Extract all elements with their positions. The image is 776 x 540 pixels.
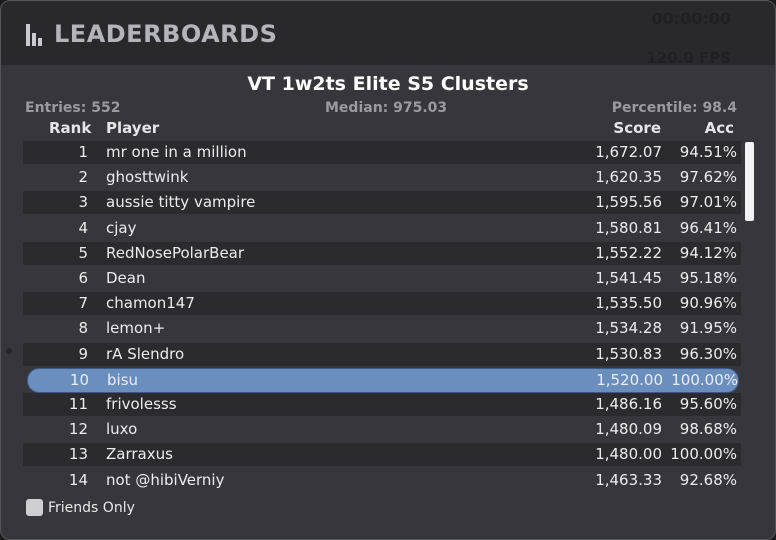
rank-cell: 9 — [78, 344, 88, 363]
rank-cell: 7 — [78, 294, 88, 313]
timer-readout: 00:00:00 — [651, 9, 731, 28]
score-cell: 1,552.22 — [595, 243, 662, 262]
score-cell: 1,535.50 — [595, 294, 662, 313]
score-cell: 1,480.00 — [595, 445, 662, 464]
rank-cell: 5 — [78, 243, 88, 262]
player-name-cell: Dean — [106, 269, 146, 287]
resize-handle-dot — [6, 348, 12, 354]
score-cell: 1,480.09 — [595, 420, 662, 439]
median-score: Median: 975.03 — [325, 100, 448, 116]
player-name-cell: rA Slendro — [106, 344, 185, 363]
leaderboard-panel: LEADERBOARDS 00:00:00 120.0 FPS VT 1w2ts… — [0, 0, 776, 540]
accuracy-cell: 98.68% — [679, 420, 737, 439]
table-row[interactable]: 5 RedNosePolarBear 1,552.22 94.12% — [23, 241, 741, 265]
table-row[interactable]: 1 mr one in a million 1,672.07 94.51% — [23, 141, 741, 164]
leaderboard-table[interactable]: 1 mr one in a million 1,672.07 94.51% 2 ghost… — [23, 141, 741, 493]
friends-only-label[interactable]: Friends Only — [48, 500, 135, 516]
score-cell: 1,534.28 — [595, 319, 662, 338]
player-name-cell: lemon+ — [106, 319, 166, 338]
player-name-cell: RedNosePolarBear — [106, 243, 245, 262]
accuracy-cell: 96.41% — [679, 218, 737, 237]
score-cell: 1,580.81 — [595, 218, 662, 237]
accuracy-cell: 94.12% — [679, 243, 737, 262]
rank-cell: 13 — [68, 445, 88, 464]
table-row[interactable]: 2 ghosttwink 1,620.35 97.62% — [23, 166, 741, 189]
player-name-cell: cjay — [106, 218, 137, 237]
rank-cell: 14 — [68, 470, 88, 489]
score-cell: 1,620.35 — [595, 168, 662, 187]
score-cell: 1,486.16 — [595, 395, 662, 413]
accuracy-cell: 95.60% — [679, 395, 737, 413]
accuracy-cell: 95.18% — [679, 269, 737, 287]
page-title: LEADERBOARDS — [54, 20, 278, 48]
accuracy-cell: 91.95% — [679, 319, 737, 338]
score-cell: 1,541.45 — [595, 269, 662, 287]
percentile-value: Percentile: 98.4 — [611, 100, 737, 116]
rank-cell: 1 — [78, 143, 88, 161]
accuracy-cell: 92.68% — [679, 470, 737, 489]
table-row[interactable]: 14 not @hibiVerniy 1,463.33 92.68% — [23, 469, 741, 492]
table-row[interactable]: 12 luxo 1,480.09 98.68% — [23, 418, 741, 441]
column-header-acc[interactable]: Acc — [705, 119, 734, 137]
rank-cell: 3 — [78, 193, 88, 212]
player-name-cell: luxo — [106, 420, 138, 439]
table-row[interactable]: 11 frivolesss 1,486.16 95.60% — [23, 393, 741, 416]
score-cell: 1,530.83 — [595, 344, 662, 363]
score-cell: 1,595.56 — [595, 193, 662, 212]
rank-cell: 8 — [78, 319, 88, 338]
accuracy-cell: 97.01% — [679, 193, 737, 212]
friends-only-checkbox[interactable] — [26, 499, 43, 516]
table-row[interactable]: 9 rA Slendro 1,530.83 96.30% — [23, 342, 741, 366]
column-header-rank[interactable]: Rank — [49, 119, 91, 137]
accuracy-cell: 94.51% — [679, 143, 737, 161]
player-name-cell: frivolesss — [106, 395, 177, 413]
accuracy-cell: 90.96% — [679, 294, 737, 313]
table-row[interactable]: 3 aussie titty vampire 1,595.56 97.01% — [23, 191, 741, 215]
player-name-cell: bisu — [107, 370, 139, 389]
player-name-cell: not @hibiVerniy — [106, 470, 225, 489]
entries-count: Entries: 552 — [25, 100, 121, 116]
player-name-cell: ghosttwink — [106, 168, 189, 187]
column-header-player[interactable]: Player — [106, 119, 159, 137]
fps-readout: 120.0 FPS — [646, 49, 731, 67]
rank-cell: 12 — [68, 420, 88, 439]
player-name-cell: chamon147 — [106, 294, 195, 313]
score-cell: 1,672.07 — [595, 143, 662, 161]
rank-cell: 11 — [68, 395, 88, 413]
rank-cell: 6 — [78, 269, 88, 287]
accuracy-cell: 97.62% — [679, 168, 737, 187]
table-row[interactable]: 7 chamon147 1,535.50 90.96% — [23, 292, 741, 316]
table-row[interactable]: 10 bisu 1,520.00 100.00% — [27, 367, 739, 393]
rank-cell: 2 — [78, 168, 88, 187]
player-name-cell: Zarraxus — [106, 445, 173, 464]
score-cell: 1,520.00 — [596, 370, 663, 389]
player-name-cell: mr one in a million — [106, 143, 247, 161]
score-cell: 1,463.33 — [595, 470, 662, 489]
table-row[interactable]: 6 Dean 1,541.45 95.18% — [23, 267, 741, 290]
rank-cell: 10 — [69, 370, 89, 389]
accuracy-cell: 96.30% — [679, 344, 737, 363]
scrollbar-thumb[interactable] — [745, 142, 754, 221]
accuracy-cell: 100.00% — [670, 445, 737, 464]
table-row[interactable]: 8 lemon+ 1,534.28 91.95% — [23, 317, 741, 340]
table-row[interactable]: 13 Zarraxus 1,480.00 100.00% — [23, 443, 741, 467]
column-header-score[interactable]: Score — [613, 119, 661, 137]
leaderboard-title: VT 1w2ts Elite S5 Clusters — [247, 73, 529, 95]
rank-cell: 4 — [78, 218, 88, 237]
player-name-cell: aussie titty vampire — [106, 193, 256, 212]
table-row[interactable]: 4 cjay 1,580.81 96.41% — [23, 217, 741, 240]
accuracy-cell: 100.00% — [671, 370, 738, 389]
bar-chart-icon — [26, 24, 44, 46]
